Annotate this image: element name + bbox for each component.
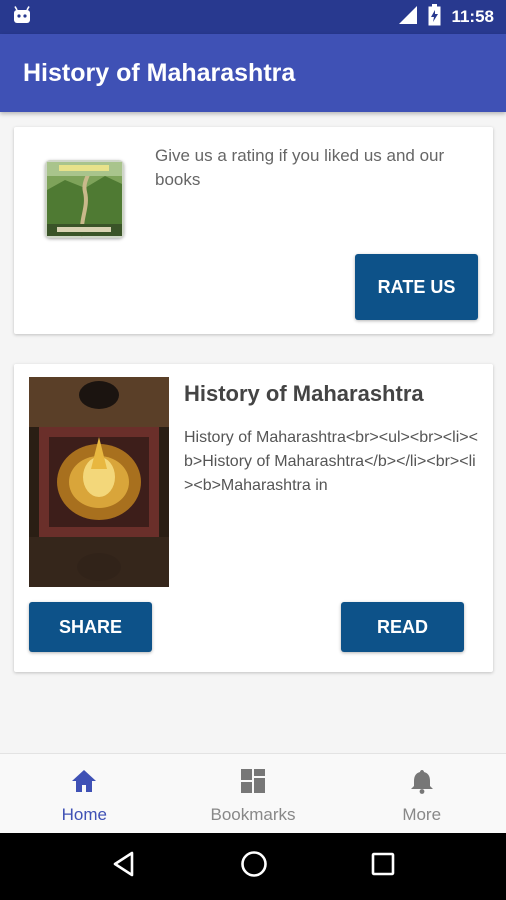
status-time: 11:58 — [451, 7, 494, 26]
nav-label-bookmarks: Bookmarks — [210, 805, 296, 824]
signal-icon — [396, 5, 418, 30]
book-description: History of Maharashtra<br><ul><br><li><b… — [184, 429, 478, 494]
back-icon[interactable] — [110, 850, 138, 883]
share-button[interactable]: SHARE — [29, 602, 152, 652]
book-cover-image[interactable] — [29, 377, 169, 587]
book-card: History of Maharashtra History of Mahara… — [14, 364, 493, 672]
home-icon — [70, 768, 98, 799]
bottom-navigation: Home Bookmarks More — [0, 753, 506, 833]
nav-label-home: Home — [61, 805, 108, 824]
system-navigation-bar — [0, 833, 506, 900]
nav-item-bookmarks[interactable]: Bookmarks — [169, 754, 338, 833]
book-cover-thumbnail — [45, 160, 124, 238]
bell-icon — [408, 768, 436, 799]
bookmarks-icon — [239, 768, 267, 799]
book-title: History of Maharashtra — [184, 381, 424, 406]
read-button[interactable]: READ — [341, 602, 464, 652]
nav-item-home[interactable]: Home — [0, 754, 169, 833]
rate-prompt-text: Give us a rating if you liked us and our… — [155, 146, 445, 189]
rate-us-button[interactable]: RATE US — [355, 254, 478, 320]
nav-label-more: More — [402, 805, 442, 824]
nav-item-more[interactable]: More — [337, 754, 506, 833]
status-bar: 11:58 — [0, 0, 506, 34]
battery-charging-icon — [428, 3, 441, 31]
rate-card: Give us a rating if you liked us and our… — [14, 127, 493, 334]
home-circle-icon[interactable] — [239, 849, 269, 884]
app-bar: History of Maharashtra — [0, 34, 506, 112]
recents-icon[interactable] — [370, 851, 396, 882]
android-debug-icon — [12, 5, 32, 29]
app-title: History of Maharashtra — [23, 58, 296, 87]
